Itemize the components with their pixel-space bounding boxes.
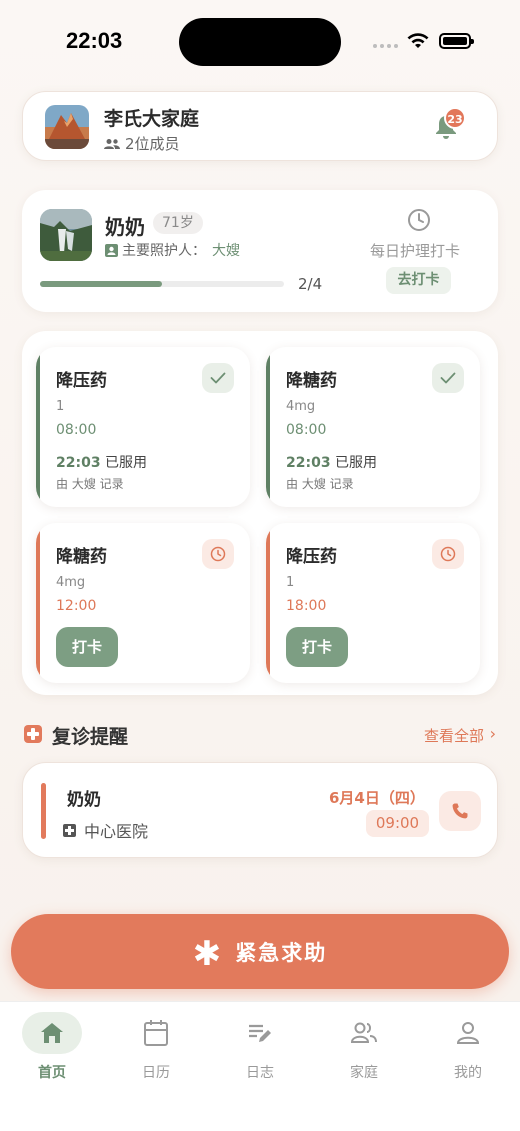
emergency-sos-button[interactable]: ✱ 紧急求助: [11, 914, 509, 989]
status-stripe: [266, 347, 270, 507]
tab-home[interactable]: 首页: [12, 1012, 92, 1082]
patient-card[interactable]: 奶奶 71岁 主要照护人： 大嫂 2/4 每日护理打卡 去打卡: [22, 190, 498, 312]
medication-name: 降压药: [286, 547, 337, 567]
medication-dose: 4mg: [56, 575, 86, 590]
recorded-by: 由 大嫂 记录: [56, 477, 124, 491]
hospital-name: 中心医院: [84, 822, 149, 841]
appointment-date: 6月4日（四）: [329, 789, 425, 807]
checkin-button[interactable]: 去打卡: [386, 267, 451, 294]
status-stripe: [266, 523, 270, 683]
check-icon: [432, 363, 464, 393]
tab-calendar[interactable]: 日历: [116, 1012, 196, 1082]
medication-name: 降压药: [56, 371, 107, 391]
caregiver-label: 主要照护人：: [122, 243, 206, 259]
clock-icon: [408, 209, 430, 231]
care-progress-bar: [40, 281, 284, 287]
bottom-tab-bar: 首页 日历 日志 家庭 我的: [0, 1001, 520, 1131]
caregiver-name: 大嫂: [212, 243, 240, 259]
caregiver-icon: [105, 243, 118, 257]
status-bar: 22:03: [0, 0, 520, 80]
sos-label: 紧急求助: [235, 940, 328, 965]
medication-card[interactable]: 降糖药 4mg 12:00 打卡: [36, 523, 250, 683]
medication-time: 08:00: [56, 422, 97, 438]
signal-icon: [373, 44, 398, 48]
appointment-time: 09:00: [366, 810, 429, 837]
medication-card[interactable]: 降糖药 4mg 08:00 22:03 已服用 由 大嫂 记录: [266, 347, 480, 507]
tab-journal[interactable]: 日志: [220, 1012, 300, 1082]
journal-icon: [249, 1024, 271, 1042]
calendar-icon: [144, 1020, 168, 1046]
daily-care-label: 每日护理打卡: [370, 242, 461, 260]
care-progress-text: 2/4: [298, 275, 323, 293]
view-all-link[interactable]: 查看全部: [424, 725, 484, 746]
taken-info: 22:03 已服用: [56, 452, 147, 472]
medication-card[interactable]: 降压药 1 08:00 22:03 已服用 由 大嫂 记录: [36, 347, 250, 507]
status-stripe: [36, 523, 40, 683]
followup-section-header: 复诊提醒 查看全部 ›: [24, 722, 496, 748]
phone-icon: [452, 803, 468, 819]
punch-button[interactable]: 打卡: [56, 627, 118, 667]
medication-dose: 1: [56, 399, 65, 414]
punch-button[interactable]: 打卡: [286, 627, 348, 667]
clock-icon: [202, 539, 234, 569]
medication-name: 降糖药: [286, 371, 337, 391]
profile-icon: [456, 1022, 480, 1044]
family-icon: [350, 1022, 377, 1043]
tab-family[interactable]: 家庭: [324, 1012, 404, 1082]
taken-info: 22:03 已服用: [286, 452, 377, 472]
family-name: 李氏大家庭: [104, 108, 200, 130]
medications-panel: 降压药 1 08:00 22:03 已服用 由 大嫂 记录 降糖药 4mg 08…: [22, 331, 498, 695]
patient-avatar: [40, 209, 92, 261]
notification-badge: 23: [444, 107, 466, 129]
medication-card[interactable]: 降压药 1 18:00 打卡: [266, 523, 480, 683]
patient-age-badge: 71岁: [153, 212, 203, 234]
appointment-accent-bar: [41, 783, 46, 839]
appointment-hospital: 中心医院: [63, 818, 148, 842]
tab-label: 家庭: [350, 1065, 378, 1081]
medication-time: 08:00: [286, 422, 327, 438]
asterisk-icon: ✱: [192, 933, 222, 974]
status-time: 22:03: [66, 28, 123, 53]
people-icon: [104, 138, 120, 149]
recorded-by: 由 大嫂 记录: [286, 477, 354, 491]
chevron-right-icon[interactable]: ›: [490, 724, 496, 743]
medication-dose: 4mg: [286, 399, 316, 414]
status-stripe: [36, 347, 40, 507]
appointment-patient: 奶奶: [67, 790, 101, 810]
patient-name: 奶奶: [105, 215, 145, 239]
taken-label: 已服用: [335, 455, 378, 471]
caregiver-info: 主要照护人： 大嫂: [105, 240, 240, 260]
tab-label: 日志: [246, 1065, 274, 1081]
tab-profile[interactable]: 我的: [428, 1012, 508, 1082]
followup-title: 复诊提醒: [52, 726, 129, 748]
medication-name: 降糖药: [56, 547, 107, 567]
home-icon: [41, 1023, 63, 1043]
medication-time: 18:00: [286, 598, 327, 614]
care-progress-fill: [40, 281, 162, 287]
tab-label: 我的: [454, 1065, 482, 1081]
medication-dose: 1: [286, 575, 295, 590]
battery-icon: [439, 33, 474, 49]
family-avatar: [45, 105, 89, 149]
taken-time: 22:03: [286, 455, 331, 471]
clock-icon: [432, 539, 464, 569]
taken-label: 已服用: [105, 455, 148, 471]
taken-time: 22:03: [56, 455, 101, 471]
family-members: 2位成员: [104, 133, 180, 154]
medical-cross-icon: [24, 725, 42, 743]
check-icon: [202, 363, 234, 393]
tab-label: 首页: [38, 1065, 66, 1081]
tab-label: 日历: [142, 1065, 170, 1081]
family-header-card[interactable]: 李氏大家庭 2位成员 23: [22, 91, 498, 161]
hospital-icon: [63, 823, 76, 837]
medication-time: 12:00: [56, 598, 97, 614]
dynamic-island: [179, 18, 341, 66]
call-button[interactable]: [439, 791, 481, 831]
family-members-count: 2位成员: [125, 135, 180, 153]
appointment-card[interactable]: 奶奶 中心医院 6月4日（四） 09:00: [22, 762, 498, 858]
wifi-icon: [407, 33, 429, 48]
